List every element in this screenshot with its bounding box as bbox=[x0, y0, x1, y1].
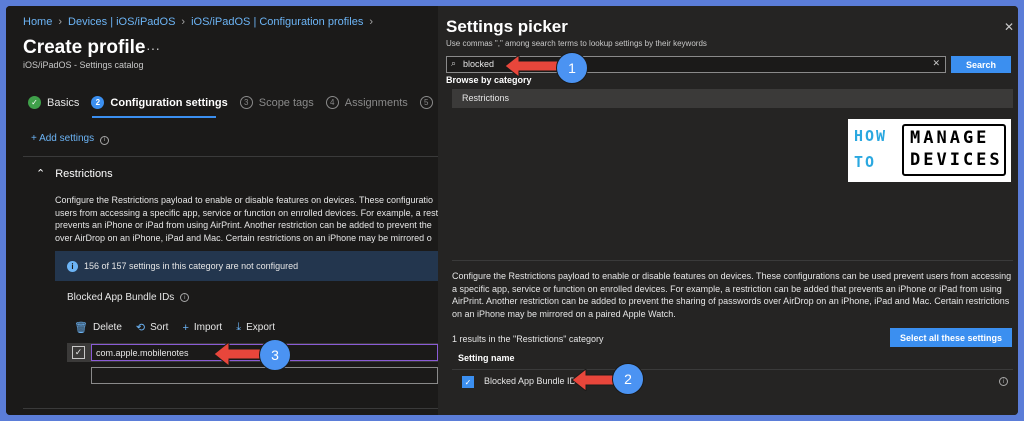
divider bbox=[23, 408, 438, 409]
step-configuration-settings[interactable]: 2 Configuration settings bbox=[91, 96, 228, 109]
logo-text: HOW bbox=[854, 127, 888, 145]
divider bbox=[452, 369, 1013, 370]
breadcrumb-devices[interactable]: Devices | iOS/iPadOS bbox=[68, 16, 175, 28]
export-button[interactable]: ⤓ Export bbox=[236, 321, 275, 334]
divider bbox=[452, 260, 1013, 261]
column-header: Setting name bbox=[458, 353, 515, 363]
info-icon[interactable]: i bbox=[999, 377, 1008, 386]
chevron-right-icon: › bbox=[58, 16, 63, 28]
category-restrictions[interactable]: Restrictions bbox=[452, 89, 1013, 108]
breadcrumb: Home › Devices | iOS/iPadOS › iOS/iPadOS… bbox=[23, 16, 373, 28]
step-assignments[interactable]: 4 Assignments bbox=[325, 96, 408, 109]
setting-row[interactable]: ✓ Blocked App Bundle IDs i bbox=[452, 371, 1013, 393]
sort-label: Sort bbox=[150, 322, 169, 333]
new-bundle-id-input[interactable] bbox=[91, 367, 438, 384]
step-number: 5 bbox=[419, 96, 433, 109]
sort-button[interactable]: ⟲ Sort bbox=[136, 321, 169, 334]
info-bar: i 156 of 157 settings in this category a… bbox=[55, 251, 438, 281]
row-checkbox[interactable]: ✓ bbox=[72, 346, 85, 359]
wizard-steps: ✓ Basics 2 Configuration settings 3 Scop… bbox=[28, 96, 453, 109]
list-toolbar: 🗑 Delete ⟲ Sort + Import ⤓ Export bbox=[74, 321, 275, 334]
setting-checkbox[interactable]: ✓ bbox=[462, 376, 474, 388]
add-settings-link[interactable]: + Add settings i bbox=[31, 133, 109, 145]
delete-label: Delete bbox=[92, 322, 122, 333]
search-button[interactable]: Search bbox=[951, 56, 1011, 73]
field-label-text: Blocked App Bundle IDs bbox=[67, 292, 175, 303]
export-label: Export bbox=[246, 322, 275, 333]
search-hint: Use commas "," among search terms to loo… bbox=[446, 39, 707, 48]
select-all-button[interactable]: Select all these settings bbox=[890, 328, 1012, 347]
section-description: Configure the Restrictions payload to en… bbox=[55, 194, 438, 244]
results-count: 1 results in the "Restrictions" category bbox=[452, 334, 604, 344]
restrictions-section-header[interactable]: ⌃ Restrictions bbox=[36, 167, 113, 181]
logo-text: MANAGE bbox=[910, 128, 990, 148]
annotation-arrow-3 bbox=[214, 342, 263, 366]
info-icon: i bbox=[99, 135, 109, 145]
page-title: Create profile bbox=[23, 37, 146, 58]
step-number: 4 bbox=[325, 96, 339, 109]
breadcrumb-config-profiles[interactable]: iOS/iPadOS | Configuration profiles bbox=[191, 16, 363, 28]
field-label: Blocked App Bundle IDs i bbox=[67, 292, 190, 303]
divider bbox=[23, 156, 438, 157]
download-icon: ⤓ bbox=[236, 321, 242, 333]
step-label: Basics bbox=[47, 96, 80, 109]
search-icon: ⌕ bbox=[451, 58, 457, 68]
description-line: users from accessing a specific app, ser… bbox=[55, 207, 438, 218]
section-title: Restrictions bbox=[55, 167, 113, 180]
close-icon[interactable]: ✕ bbox=[1004, 20, 1014, 34]
setting-name: Blocked App Bundle IDs bbox=[484, 376, 581, 386]
plus-icon: + bbox=[182, 321, 189, 334]
trash-icon: 🗑 bbox=[74, 322, 88, 334]
step-label: Configuration settings bbox=[110, 96, 228, 109]
info-bar-text: 156 of 157 settings in this category are… bbox=[84, 261, 299, 271]
chevron-right-icon: › bbox=[181, 16, 186, 28]
logo-text: DEVICES bbox=[910, 150, 1003, 170]
callout-2: 2 bbox=[612, 363, 644, 395]
sort-icon: ⟲ bbox=[135, 322, 146, 334]
description-line: over AirDrop on an iPhone, iPad and Mac.… bbox=[55, 232, 432, 243]
add-settings-label: + Add settings bbox=[31, 133, 95, 144]
search-value: blocked bbox=[463, 59, 495, 69]
more-options-icon[interactable]: ··· bbox=[146, 40, 160, 56]
logo-text: TO bbox=[854, 153, 877, 171]
description-line: prevents an iPhone or iPad from using Ai… bbox=[55, 220, 432, 230]
info-icon[interactable]: i bbox=[180, 293, 190, 302]
step-label: Scope tags bbox=[258, 96, 314, 109]
step-label: Assignments bbox=[344, 96, 408, 109]
chevron-up-icon: ⌃ bbox=[36, 168, 46, 180]
step-number: 3 bbox=[239, 96, 253, 109]
delete-button[interactable]: 🗑 Delete bbox=[74, 321, 122, 334]
chevron-right-icon: › bbox=[369, 16, 373, 28]
logo-how-to: HOW TO bbox=[854, 127, 887, 171]
callout-3: 3 bbox=[259, 339, 291, 371]
logo-manage-devices: MANAGE DEVICES bbox=[902, 124, 1006, 176]
how-to-manage-devices-logo: HOW TO MANAGE DEVICES bbox=[848, 119, 1011, 182]
category-description: Configure the Restrictions payload to en… bbox=[452, 271, 1012, 319]
import-label: Import bbox=[193, 322, 223, 333]
page-subtitle: iOS/iPadOS - Settings catalog bbox=[23, 60, 144, 70]
active-step-underline bbox=[92, 116, 216, 118]
import-button[interactable]: + Import bbox=[182, 321, 222, 334]
step-scope-tags[interactable]: 3 Scope tags bbox=[239, 96, 314, 109]
step-number: 2 bbox=[91, 96, 105, 109]
panel-title: Settings picker bbox=[446, 17, 568, 36]
check-icon: ✓ bbox=[28, 96, 41, 109]
info-icon: i bbox=[67, 260, 78, 272]
description-line: Configure the Restrictions payload to en… bbox=[55, 195, 434, 205]
callout-1: 1 bbox=[556, 52, 588, 84]
clear-icon[interactable]: ✕ bbox=[932, 58, 940, 69]
step-basics[interactable]: ✓ Basics bbox=[28, 96, 79, 109]
breadcrumb-home[interactable]: Home bbox=[23, 16, 52, 28]
